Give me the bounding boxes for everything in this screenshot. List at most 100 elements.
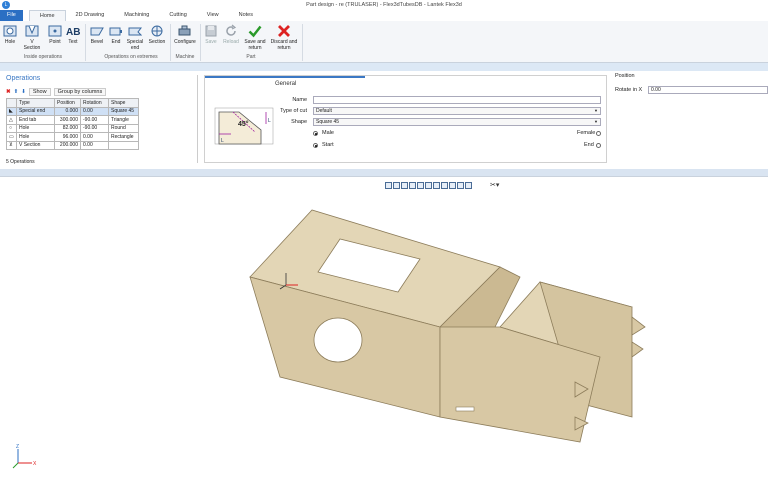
svg-text:Z: Z bbox=[16, 444, 19, 450]
name-label: Name bbox=[292, 97, 307, 103]
v-section-label: V Section bbox=[23, 39, 41, 51]
cell-type: Special end bbox=[16, 106, 55, 116]
general-title: General bbox=[275, 81, 297, 87]
column-header[interactable]: Type bbox=[16, 98, 55, 108]
v-section-row-icon: ⊻ bbox=[6, 140, 17, 150]
section-button[interactable]: Section bbox=[148, 24, 166, 45]
group-part: Part bbox=[246, 54, 256, 60]
group-machine: Machine bbox=[175, 54, 195, 60]
special-end-button[interactable]: Special end bbox=[126, 24, 144, 51]
male-radio[interactable] bbox=[313, 131, 318, 136]
tab-home[interactable]: Home bbox=[28, 10, 66, 21]
end-icon bbox=[109, 27, 122, 36]
column-header[interactable]: Rotation bbox=[80, 98, 109, 108]
point-icon bbox=[48, 25, 62, 37]
hole-label: Hole bbox=[4, 39, 16, 45]
cell-type: Hole bbox=[16, 132, 55, 142]
table-row[interactable]: ○ Hole 82.000 -90.00 Round bbox=[6, 123, 139, 133]
end-label: End bbox=[584, 142, 594, 148]
type-of-cut-select[interactable]: Default ▼ bbox=[313, 107, 601, 115]
point-button[interactable]: Point bbox=[47, 24, 63, 45]
column-header[interactable]: Shape bbox=[108, 98, 139, 108]
title-bar: L Part design - re (TRULASER) - Flex3dTu… bbox=[0, 0, 768, 10]
operations-panel: Operations ✖ ⬆ ⬇ Show Group by columns T… bbox=[0, 71, 768, 169]
cell-shape: Triangle bbox=[108, 115, 139, 125]
close-icon bbox=[278, 25, 290, 37]
3d-viewport[interactable]: ✂▾ Z X bbox=[0, 176, 768, 480]
discard-and-return-label: Discard and return bbox=[270, 39, 298, 51]
v-section-button[interactable]: V Section bbox=[22, 24, 42, 51]
part-model[interactable] bbox=[0, 177, 768, 481]
reload-button[interactable]: Reload bbox=[222, 24, 240, 45]
end-button[interactable]: End bbox=[109, 24, 123, 45]
general-properties: General 45° L L Name Type of cut Default… bbox=[204, 75, 607, 163]
section-icon bbox=[151, 25, 163, 37]
rotate-in-x-field[interactable]: 0.00 bbox=[648, 86, 768, 94]
table-row[interactable]: ⊻ V Section 200.000 0.00 bbox=[6, 140, 139, 150]
name-field[interactable] bbox=[313, 96, 601, 104]
save-icon bbox=[205, 25, 217, 37]
table-row[interactable]: ◣ Special end 0.000 0.00 Square 45 bbox=[6, 106, 139, 116]
male-label: Male bbox=[322, 130, 334, 136]
special-end-label: Special end bbox=[126, 39, 144, 51]
start-label: Start bbox=[322, 142, 334, 148]
tab-notes[interactable]: Notes bbox=[229, 10, 263, 21]
save-button[interactable]: Save bbox=[204, 24, 218, 45]
operations-table: Type Position Rotation Shape ◣ Special e… bbox=[6, 98, 139, 150]
table-row[interactable]: △ End tab 300.000 -90.00 Triangle bbox=[6, 115, 139, 125]
bevel-label: Bevel bbox=[90, 39, 104, 45]
configure-label: Configure bbox=[174, 39, 196, 45]
bevel-icon bbox=[90, 27, 104, 36]
operations-title: Operations bbox=[6, 75, 41, 82]
end-radio[interactable] bbox=[596, 143, 601, 148]
ribbon-separator bbox=[170, 24, 171, 61]
special-end-icon bbox=[128, 27, 142, 36]
operations-toolbar: ✖ ⬆ ⬇ Show Group by columns bbox=[6, 88, 107, 96]
move-down-icon[interactable]: ⬇ bbox=[21, 89, 26, 95]
start-radio[interactable] bbox=[313, 143, 318, 148]
configure-button[interactable]: Configure bbox=[173, 24, 197, 45]
tab-2d-drawing[interactable]: 2D Drawing bbox=[66, 10, 115, 21]
tab-file[interactable]: File bbox=[0, 10, 23, 21]
ribbon-tabs: File Home 2D Drawing Machining Cutting V… bbox=[0, 10, 768, 21]
cell-position: 82.000 bbox=[54, 123, 81, 133]
hole-button[interactable]: Hole bbox=[3, 24, 17, 45]
female-radio[interactable] bbox=[596, 131, 601, 136]
text-icon: AB bbox=[66, 27, 80, 38]
show-button[interactable]: Show bbox=[28, 88, 51, 96]
point-label: Point bbox=[49, 39, 61, 45]
angle-label: 45° bbox=[238, 120, 249, 128]
save-and-return-label: Save and return bbox=[244, 39, 266, 51]
triangle-icon: △ bbox=[6, 115, 17, 125]
shape-select[interactable]: Square 45 ▼ bbox=[313, 118, 601, 126]
column-header[interactable]: Position bbox=[54, 98, 81, 108]
move-up-icon[interactable]: ⬆ bbox=[14, 89, 19, 95]
bevel-button[interactable]: Bevel bbox=[89, 24, 105, 45]
cell-position: 96.000 bbox=[54, 132, 81, 142]
group-inside-operations: Inside operations bbox=[23, 54, 63, 60]
ribbon-separator bbox=[302, 24, 303, 61]
chevron-down-icon: ▼ bbox=[594, 108, 598, 113]
position-title: Position bbox=[615, 73, 635, 79]
round-hole-icon: ○ bbox=[6, 123, 17, 133]
tab-view[interactable]: View bbox=[197, 10, 229, 21]
svg-text:X: X bbox=[33, 461, 37, 467]
reload-label: Reload bbox=[223, 39, 239, 45]
delete-icon[interactable]: ✖ bbox=[6, 89, 11, 95]
rotate-in-x-label: Rotate in X bbox=[615, 87, 643, 93]
discard-and-return-button[interactable]: Discard and return bbox=[270, 24, 298, 51]
horizontal-splitter[interactable] bbox=[0, 169, 768, 176]
cell-shape bbox=[108, 140, 139, 150]
text-button[interactable]: AB Text bbox=[66, 24, 80, 45]
female-label: Female bbox=[577, 130, 596, 136]
save-and-return-button[interactable]: Save and return bbox=[242, 24, 268, 51]
group-by-columns-button[interactable]: Group by columns bbox=[53, 88, 107, 96]
table-row[interactable]: ▭ Hole 96.000 0.00 Rectangle bbox=[6, 132, 139, 142]
operations-count: 5 Operations bbox=[6, 159, 35, 165]
cell-shape: Square 45 bbox=[108, 106, 139, 116]
hole-icon bbox=[3, 25, 17, 37]
tab-cutting[interactable]: Cutting bbox=[159, 10, 196, 21]
axes-triad: Z X bbox=[12, 444, 37, 469]
tab-machining[interactable]: Machining bbox=[114, 10, 159, 21]
panel-splitter[interactable] bbox=[197, 75, 198, 163]
